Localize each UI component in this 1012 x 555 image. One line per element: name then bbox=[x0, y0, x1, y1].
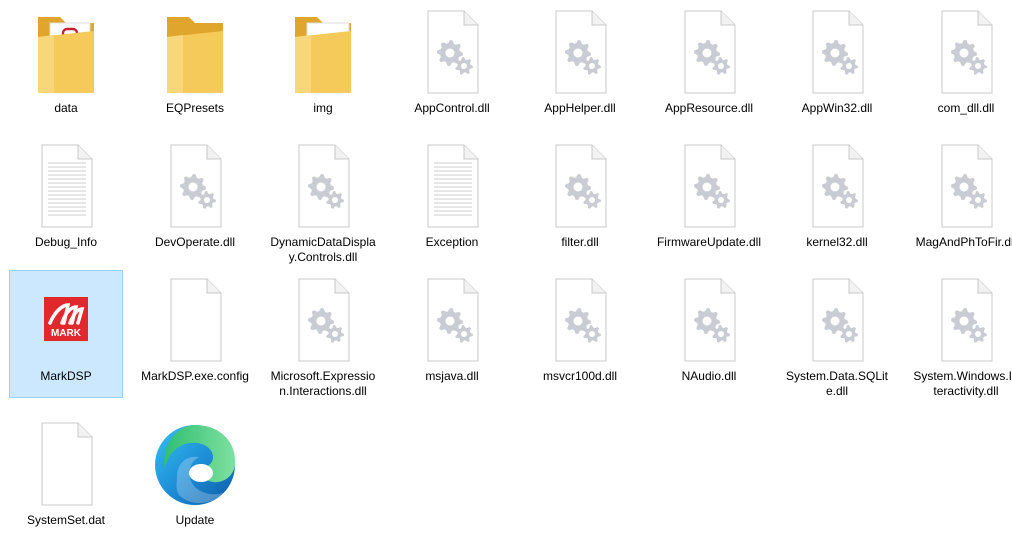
mark-app-icon: MARK bbox=[18, 275, 114, 365]
file-name-label: System.Windows.Interactivity.dll bbox=[913, 369, 1012, 398]
text-document-icon bbox=[18, 141, 114, 231]
file-name-label: AppControl.dll bbox=[414, 101, 490, 115]
file-name-label: SystemSet.dat bbox=[26, 513, 106, 527]
file-item[interactable]: DevOperate.dll bbox=[138, 136, 252, 268]
file-item[interactable]: msvcr100d.dll bbox=[523, 270, 637, 398]
file-item[interactable]: Debug_Info bbox=[9, 136, 123, 268]
file-item[interactable]: img bbox=[266, 2, 380, 124]
dll-gear-icon bbox=[275, 275, 371, 365]
file-name-label: AppWin32.dll bbox=[801, 101, 873, 115]
file-item[interactable]: MarkDSP.exe.config bbox=[138, 270, 252, 398]
file-item[interactable]: NAudio.dll bbox=[652, 270, 766, 398]
file-name-label: System.Data.SQLite.dll bbox=[785, 369, 889, 398]
file-item[interactable]: DynamicDataDisplay.Controls.dll bbox=[266, 136, 380, 268]
file-item[interactable]: kernel32.dll bbox=[780, 136, 894, 268]
file-item[interactable]: MARK MarkDSP bbox=[9, 270, 123, 398]
dll-gear-icon bbox=[918, 7, 1012, 97]
file-item[interactable]: Microsoft.Expression.Interactions.dll bbox=[266, 270, 380, 398]
text-document-icon bbox=[404, 141, 500, 231]
blank-file-icon bbox=[147, 275, 243, 365]
file-name-label: filter.dll bbox=[561, 235, 599, 249]
dll-gear-icon bbox=[147, 141, 243, 231]
dll-gear-icon bbox=[661, 275, 757, 365]
dll-gear-icon bbox=[532, 275, 628, 365]
file-item[interactable]: MagAndPhToFir.dll bbox=[909, 136, 1012, 268]
file-name-label: msjava.dll bbox=[425, 369, 479, 383]
folder-icon bbox=[18, 7, 114, 97]
file-name-label: MarkDSP bbox=[40, 369, 92, 383]
file-name-label: msvcr100d.dll bbox=[542, 369, 618, 383]
dll-gear-icon bbox=[918, 275, 1012, 365]
dll-gear-icon bbox=[789, 141, 885, 231]
file-item[interactable]: msjava.dll bbox=[395, 270, 509, 398]
blank-file-icon bbox=[18, 419, 114, 509]
file-name-label: EQPresets bbox=[165, 101, 225, 115]
file-name-label: MarkDSP.exe.config bbox=[141, 369, 249, 383]
file-item[interactable]: System.Windows.Interactivity.dll bbox=[909, 270, 1012, 398]
file-name-label: Update bbox=[175, 513, 215, 527]
file-grid: data EQPresets img AppControl.dll AppHelper.… bbox=[0, 0, 1012, 555]
dll-gear-icon bbox=[661, 7, 757, 97]
folder-icon bbox=[147, 7, 243, 97]
file-item[interactable]: filter.dll bbox=[523, 136, 637, 268]
file-item[interactable]: Exception bbox=[395, 136, 509, 268]
file-item[interactable]: AppResource.dll bbox=[652, 2, 766, 124]
file-item[interactable]: Update bbox=[138, 414, 252, 554]
dll-gear-icon bbox=[918, 141, 1012, 231]
file-name-label: Microsoft.Expression.Interactions.dll bbox=[270, 369, 376, 398]
file-item[interactable]: FirmwareUpdate.dll bbox=[652, 136, 766, 268]
file-name-label: data bbox=[54, 101, 78, 115]
edge-browser-icon bbox=[147, 419, 243, 509]
file-item[interactable]: com_dll.dll bbox=[909, 2, 1012, 124]
file-item[interactable]: System.Data.SQLite.dll bbox=[780, 270, 894, 398]
file-item[interactable]: AppHelper.dll bbox=[523, 2, 637, 124]
file-name-label: Debug_Info bbox=[34, 235, 98, 249]
file-name-label: DevOperate.dll bbox=[154, 235, 236, 249]
file-name-label: FirmwareUpdate.dll bbox=[656, 235, 762, 249]
file-name-label: AppResource.dll bbox=[664, 101, 754, 115]
file-name-label: com_dll.dll bbox=[937, 101, 995, 115]
file-item[interactable]: EQPresets bbox=[138, 2, 252, 124]
file-name-label: MagAndPhToFir.dll bbox=[915, 235, 1012, 249]
file-item[interactable]: AppControl.dll bbox=[395, 2, 509, 124]
file-name-label: kernel32.dll bbox=[806, 235, 868, 249]
dll-gear-icon bbox=[532, 7, 628, 97]
dll-gear-icon bbox=[404, 7, 500, 97]
dll-gear-icon bbox=[789, 275, 885, 365]
app-logo-text: MARK bbox=[51, 328, 82, 339]
file-name-label: AppHelper.dll bbox=[544, 101, 616, 115]
file-item[interactable]: AppWin32.dll bbox=[780, 2, 894, 124]
dll-gear-icon bbox=[532, 141, 628, 231]
file-name-label: NAudio.dll bbox=[681, 369, 737, 383]
dll-gear-icon bbox=[661, 141, 757, 231]
file-name-label: DynamicDataDisplay.Controls.dll bbox=[270, 235, 376, 264]
file-name-label: img bbox=[313, 101, 333, 115]
dll-gear-icon bbox=[404, 275, 500, 365]
dll-gear-icon bbox=[275, 141, 371, 231]
folder-icon bbox=[275, 7, 371, 97]
file-item[interactable]: SystemSet.dat bbox=[9, 414, 123, 554]
dll-gear-icon bbox=[789, 7, 885, 97]
file-item[interactable]: data bbox=[9, 2, 123, 124]
file-name-label: Exception bbox=[425, 235, 479, 249]
